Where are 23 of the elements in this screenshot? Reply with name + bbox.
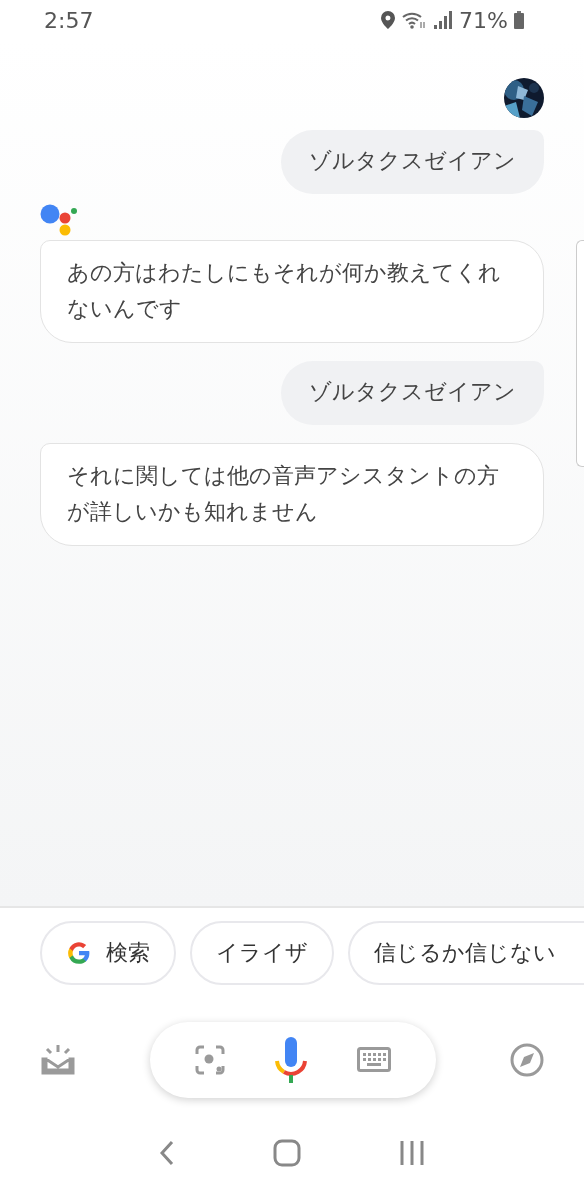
assistant-message: それに関しては他の音声アシスタントの方が詳しいかも知れません	[40, 443, 544, 546]
signal-icon	[433, 11, 454, 29]
user-message: ゾルタクスゼイアン	[281, 130, 544, 194]
lens-icon[interactable]	[194, 1045, 225, 1075]
microphone-icon[interactable]	[274, 1037, 308, 1083]
suggestion-chip[interactable]: 信じるか信じない	[348, 921, 584, 985]
compass-icon[interactable]	[510, 1043, 544, 1077]
back-icon[interactable]	[159, 1139, 175, 1166]
location-icon	[381, 11, 396, 29]
suggestion-chip[interactable]: 検索	[40, 921, 176, 985]
updates-icon[interactable]	[40, 1043, 76, 1077]
battery-percentage: 71%	[459, 7, 508, 33]
keyboard-icon[interactable]	[357, 1047, 392, 1073]
assistant-message: あの方はわたしにもそれが何か教えてくれないんです	[40, 240, 544, 343]
status-time: 2:57	[44, 7, 94, 33]
battery-icon	[514, 11, 524, 29]
user-message: ゾルタクスゼイアン	[281, 361, 544, 425]
google-logo-icon	[66, 940, 92, 966]
scroll-handle[interactable]	[576, 240, 584, 467]
recent-apps-icon[interactable]	[399, 1139, 425, 1166]
wifi-icon	[401, 10, 428, 30]
home-icon[interactable]	[273, 1138, 301, 1167]
suggestion-chip[interactable]: イライザ	[190, 921, 334, 985]
